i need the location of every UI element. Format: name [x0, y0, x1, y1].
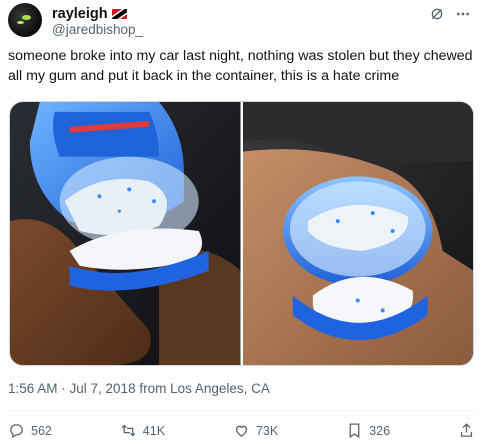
retweet-icon [121, 424, 136, 437]
avatar[interactable] [8, 3, 42, 37]
trinidad-tobago-flag-icon [111, 9, 127, 19]
more-icon[interactable] [455, 6, 471, 26]
reply-icon [10, 424, 23, 439]
tweet: rayleigh @jaredbishop_ someone broke int… [0, 0, 483, 444]
reply-button[interactable]: 562 [8, 422, 52, 439]
retweet-button[interactable]: 41K [120, 422, 165, 439]
photo-2[interactable] [242, 102, 473, 365]
retweet-count: 41K [142, 423, 166, 438]
share-button[interactable] [458, 422, 475, 439]
like-button[interactable]: 73K [233, 422, 278, 439]
user-handle[interactable]: @jaredbishop_ [52, 22, 143, 37]
name-row: rayleigh [52, 5, 127, 23]
grok-icon[interactable] [429, 6, 445, 26]
photo-1[interactable] [10, 102, 241, 365]
bookmark-icon [349, 423, 360, 439]
display-name[interactable]: rayleigh [52, 6, 108, 22]
top-icons [429, 6, 471, 26]
share-icon [460, 423, 473, 437]
action-bar: 562 41K 73K 326 [8, 422, 475, 439]
like-count: 73K [255, 423, 279, 438]
bookmark-button[interactable]: 326 [346, 422, 390, 439]
reply-count: 562 [31, 423, 52, 438]
tweet-text: someone broke into my car last night, no… [8, 48, 473, 84]
media-grid [9, 101, 474, 366]
divider [8, 410, 475, 411]
tweet-timestamp[interactable]: 1:56 AM · Jul 7, 2018 from Los Angeles, … [8, 381, 270, 396]
like-icon [235, 425, 248, 437]
bookmark-count: 326 [369, 423, 391, 438]
